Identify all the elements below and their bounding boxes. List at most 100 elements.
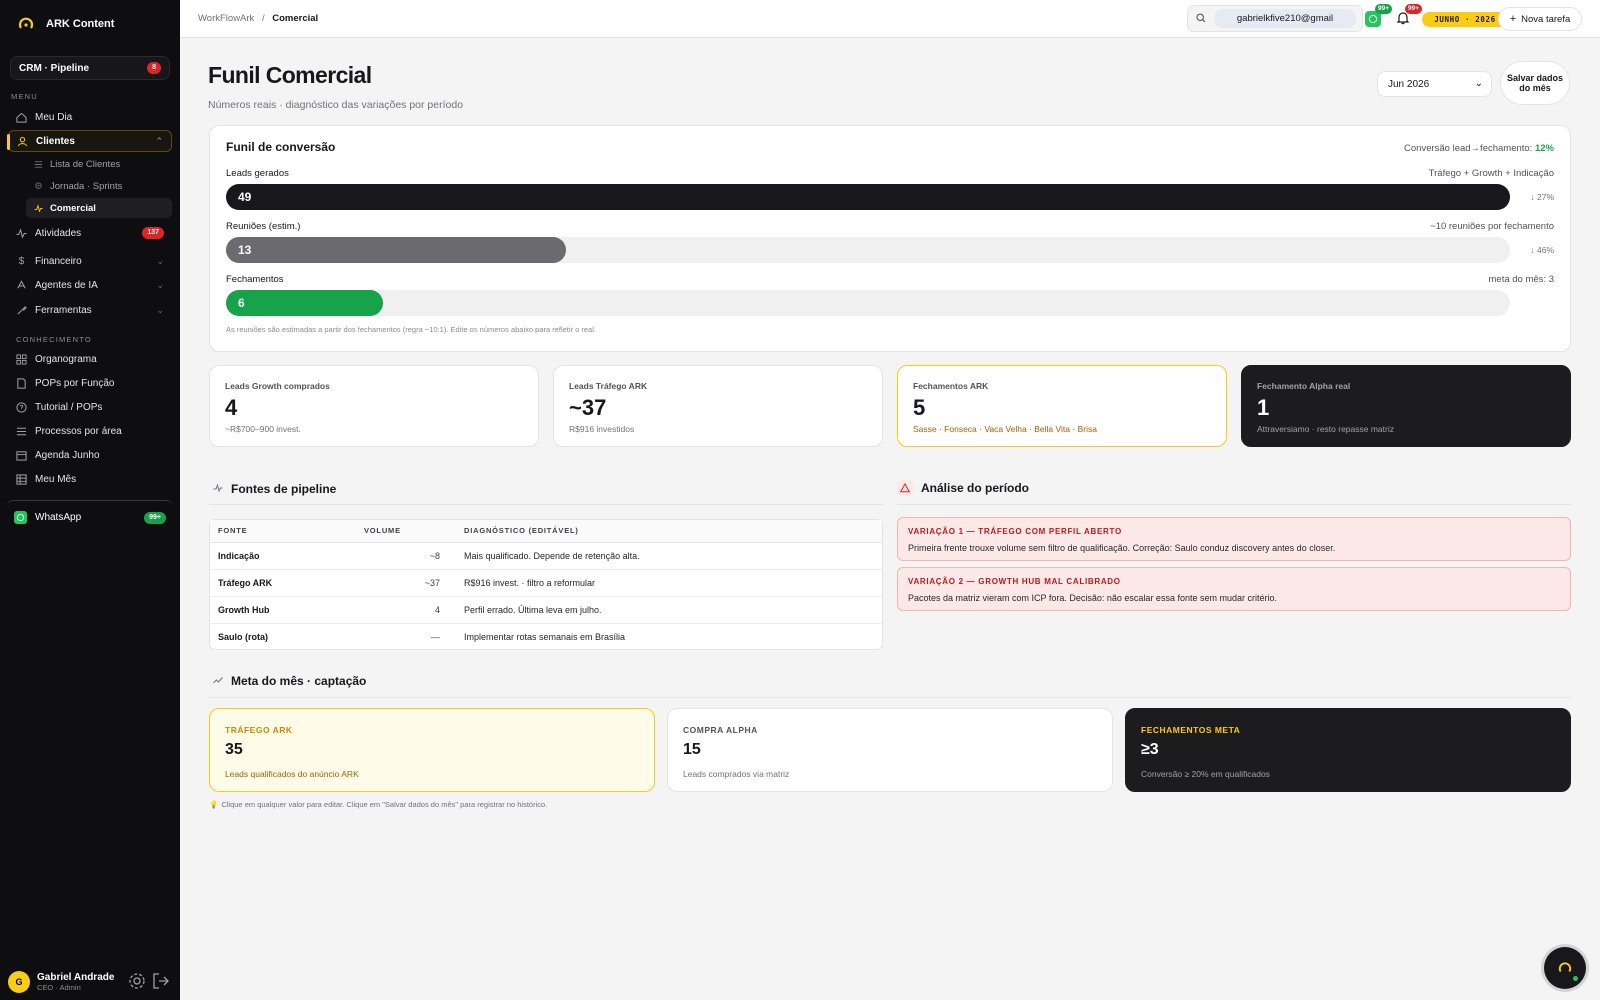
table-row: Indicação ~8 Mais qualificado. Depende d… xyxy=(210,542,882,570)
conversion-value[interactable]: 12% xyxy=(1535,143,1554,154)
sidebar-item-processos[interactable]: Processos por área xyxy=(8,420,172,442)
volume-cell[interactable]: ~37 xyxy=(356,569,456,597)
whatsapp-top-button[interactable]: 99+ xyxy=(1363,4,1392,29)
variation-alert[interactable]: VARIAÇÃO 2 — GROWTH HUB MAL CALIBRADO Pa… xyxy=(897,567,1571,611)
sidebar-item-label: Atividades xyxy=(35,227,82,239)
volume-cell[interactable]: 4 xyxy=(356,596,456,624)
volume-cell[interactable]: ~8 xyxy=(356,542,456,570)
sidebar-item-meu-dia[interactable]: Meu Dia xyxy=(8,106,172,128)
sidebar-item-organograma[interactable]: Organograma xyxy=(8,348,172,370)
sidebar-item-tutorial[interactable]: Tutorial / POPs xyxy=(8,396,172,418)
goal-sub: Leads comprados via matriz xyxy=(683,769,790,779)
diagnosis-cell[interactable]: Perfil errado. Última leva em julho. xyxy=(456,596,882,624)
goals-title: Meta do mês · captação xyxy=(231,674,367,688)
sidebar-item-pops-funcao[interactable]: POPs por Função xyxy=(8,372,172,394)
sidebar-item-meu-mes[interactable]: Meu Mês xyxy=(8,468,172,490)
goal-card-fechamentos[interactable]: FECHAMENTOS META ≥3 Conversão ≥ 20% em q… xyxy=(1125,708,1571,792)
sidebar-item-ferramentas[interactable]: Ferramentas ⌄ xyxy=(8,299,172,321)
list-icon xyxy=(16,426,27,437)
new-task-button[interactable]: + Nova tarefa xyxy=(1498,7,1582,31)
stat-label: Leads Growth comprados xyxy=(225,381,330,391)
sidebar-item-clientes[interactable]: Clientes ⌃ xyxy=(7,130,172,152)
help-icon xyxy=(16,401,27,413)
goal-value[interactable]: 35 xyxy=(225,741,243,759)
variation-alert[interactable]: VARIAÇÃO 1 — TRÁFEGO COM PERFIL ABERTO P… xyxy=(897,517,1571,561)
home-icon xyxy=(16,112,27,123)
stat-sub: R$916 investidos xyxy=(569,424,635,434)
volume-cell[interactable]: — xyxy=(356,623,456,650)
goal-value[interactable]: 15 xyxy=(683,741,701,759)
brand[interactable]: ARK Content xyxy=(18,16,114,32)
sidebar-item-atividades[interactable]: Atividades 137 xyxy=(8,222,172,244)
goals-heading: Meta do mês · captação xyxy=(213,674,366,688)
goal-card-compra-alpha[interactable]: COMPRA ALPHA 15 Leads comprados via matr… xyxy=(667,708,1113,792)
sidebar-subitem-jornada[interactable]: Jornada · Sprints xyxy=(26,176,172,196)
grid-icon xyxy=(16,353,27,365)
save-month-button[interactable]: Salvar dados do mês xyxy=(1500,61,1570,105)
diagnosis-cell[interactable]: Mais qualificado. Depende de retenção al… xyxy=(456,542,882,570)
menu-section-label: MENU xyxy=(11,92,38,101)
sidebar-item-financeiro[interactable]: $ Financeiro ⌄ xyxy=(8,250,172,272)
diagnosis-cell[interactable]: R$916 invest. · filtro a reformular xyxy=(456,569,882,597)
logout-icon[interactable] xyxy=(152,972,170,993)
stat-card-trafego[interactable]: Leads Tráfego ARK ~37 R$916 investidos xyxy=(553,365,883,447)
stat-value[interactable]: 4 xyxy=(225,395,237,421)
search-icon xyxy=(1196,11,1206,26)
stage-track: 13 xyxy=(226,237,1510,263)
stat-value[interactable]: 5 xyxy=(913,395,925,421)
stat-card-fechamentos-ark[interactable]: Fechamentos ARK 5 Sasse · Fonseca · Vaca… xyxy=(897,365,1227,447)
source-cell: Saulo (rota) xyxy=(218,631,269,642)
conversion-label: Conversão lead→fechamento: xyxy=(1404,143,1533,154)
diagnosis-cell[interactable]: Implementar rotas semanais em Brasília xyxy=(456,623,882,650)
stage-bar[interactable]: 49 xyxy=(226,184,1510,210)
whatsapp-badge: 99+ xyxy=(144,511,166,524)
notifications-button[interactable]: 99+ xyxy=(1393,4,1422,29)
search-input[interactable]: gabrielkfive210@gmail xyxy=(1214,9,1356,28)
source-cell: Growth Hub xyxy=(210,596,356,624)
funnel-conversion: Conversão lead→fechamento: 12% xyxy=(1404,143,1554,154)
stage-value[interactable]: 49 xyxy=(238,190,251,204)
user-profile[interactable]: G Gabriel Andrade CEO · Admin xyxy=(0,964,180,1000)
new-task-label: Nova tarefa xyxy=(1521,13,1571,25)
goal-card-trafego[interactable]: TRÁFEGO ARK 35 Leads qualificados do anú… xyxy=(209,708,655,792)
goal-value[interactable]: ≥3 xyxy=(1141,741,1159,759)
sidebar-item-agentes[interactable]: Agentes de IA ⌄ xyxy=(8,274,172,296)
sidebar-item-label: Organograma xyxy=(35,353,97,365)
month-select-value: Jun 2026 xyxy=(1388,78,1430,90)
document-icon xyxy=(16,377,27,389)
crm-pipeline-button[interactable]: CRM · Pipeline 8 xyxy=(10,56,170,80)
divider xyxy=(897,504,1571,505)
table-header-row: FONTE VOLUME DIAGNÓSTICO (EDITÁVEL) xyxy=(210,520,882,543)
stat-value[interactable]: ~37 xyxy=(569,395,606,421)
chevron-down-icon: ⌄ xyxy=(156,255,164,266)
assistant-fab-button[interactable] xyxy=(1544,947,1586,989)
crm-label: CRM · Pipeline xyxy=(19,62,90,74)
user-role: CEO · Admin xyxy=(37,982,81,992)
sidebar-item-agenda[interactable]: Agenda Junho xyxy=(8,444,172,466)
subitem-label: Lista de Clientes xyxy=(50,158,121,170)
chevron-down-icon: ⌄ xyxy=(1474,78,1483,89)
divider xyxy=(209,697,1571,698)
stat-value[interactable]: 1 xyxy=(1257,395,1269,421)
stage-note: Tráfego + Growth + Indicação xyxy=(1428,168,1554,179)
gear-icon[interactable] xyxy=(128,972,146,993)
sidebar-subitem-lista-clientes[interactable]: Lista de Clientes xyxy=(26,154,172,174)
chevron-down-icon: ⌄ xyxy=(156,304,164,315)
user-name: Gabriel Andrade xyxy=(37,971,115,983)
breadcrumb-separator: / xyxy=(261,13,265,24)
stage-value[interactable]: 6 xyxy=(238,296,245,310)
whatsapp-icon xyxy=(14,511,27,524)
stage-value[interactable]: 13 xyxy=(238,243,251,257)
funnel-title: Funil de conversão xyxy=(226,140,336,154)
sidebar-item-whatsapp[interactable]: WhatsApp 99+ xyxy=(6,500,174,534)
stage-bar[interactable]: 13 xyxy=(226,237,567,263)
search-bar[interactable]: gabrielkfive210@gmail xyxy=(1187,5,1363,32)
month-select[interactable]: Jun 2026 ⌄ xyxy=(1377,71,1492,97)
stat-card-alpha[interactable]: Fechamento Alpha real 1 Attraversiamo · … xyxy=(1241,365,1571,447)
stage-bar[interactable]: 6 xyxy=(226,290,383,316)
breadcrumb-root[interactable]: WorkFlowArk xyxy=(198,13,254,24)
sidebar-subitem-comercial[interactable]: Comercial xyxy=(26,198,172,218)
stat-card-growth[interactable]: Leads Growth comprados 4 ~R$700–900 inve… xyxy=(209,365,539,447)
topbar: WorkFlowArk / Comercial gabrielkfive210@… xyxy=(180,0,1600,38)
edit-hint: 💡 Clique em qualquer valor para editar. C… xyxy=(209,800,547,809)
